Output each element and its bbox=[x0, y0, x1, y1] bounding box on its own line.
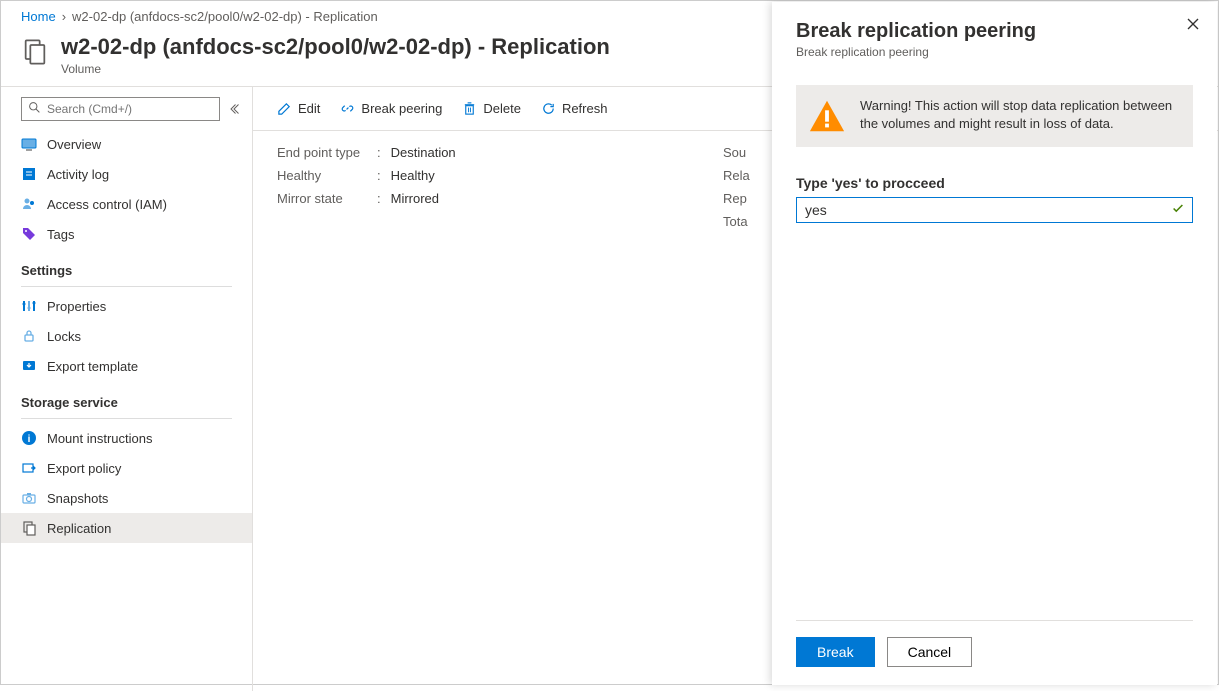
page-title: w2-02-dp (anfdocs-sc2/pool0/w2-02-dp) - … bbox=[61, 34, 610, 60]
sidebar-item-label: Locks bbox=[47, 329, 81, 344]
divider bbox=[21, 286, 232, 287]
search-input[interactable] bbox=[47, 102, 213, 116]
access-control-icon bbox=[21, 196, 37, 212]
sidebar-item-label: Overview bbox=[47, 137, 101, 152]
sidebar-item-label: Mount instructions bbox=[47, 431, 153, 446]
sidebar-item-tags[interactable]: Tags bbox=[1, 219, 252, 249]
toolbar-label: Refresh bbox=[562, 101, 608, 116]
sidebar-item-label: Properties bbox=[47, 299, 106, 314]
search-box[interactable] bbox=[21, 97, 220, 121]
breadcrumb-current: w2-02-dp (anfdocs-sc2/pool0/w2-02-dp) - … bbox=[72, 9, 378, 24]
toolbar-label: Edit bbox=[298, 101, 320, 116]
warning-box: Warning! This action will stop data repl… bbox=[796, 85, 1193, 147]
properties-icon bbox=[21, 298, 37, 314]
export-template-icon bbox=[21, 358, 37, 374]
sidebar-item-label: Activity log bbox=[47, 167, 109, 182]
sidebar-item-label: Export policy bbox=[47, 461, 121, 476]
tags-icon bbox=[21, 226, 37, 242]
property-value: Destination bbox=[391, 145, 456, 160]
property-label: End point type bbox=[277, 145, 367, 160]
sidebar-item-label: Snapshots bbox=[47, 491, 108, 506]
locks-icon bbox=[21, 328, 37, 344]
search-icon bbox=[28, 101, 41, 117]
break-peering-button[interactable]: Break peering bbox=[340, 101, 442, 116]
export-policy-icon bbox=[21, 460, 37, 476]
snapshots-icon bbox=[21, 490, 37, 506]
sidebar-section-storage: Storage service bbox=[1, 381, 252, 414]
sidebar-item-properties[interactable]: Properties bbox=[1, 291, 252, 321]
sidebar-item-locks[interactable]: Locks bbox=[1, 321, 252, 351]
property-label: Healthy bbox=[277, 168, 367, 183]
delete-button[interactable]: Delete bbox=[462, 101, 521, 116]
page-subtitle: Volume bbox=[61, 62, 610, 76]
confirm-input-label: Type 'yes' to procceed bbox=[796, 175, 1193, 191]
property-label: Mirror state bbox=[277, 191, 367, 206]
toolbar-label: Break peering bbox=[361, 101, 442, 116]
panel-subtitle: Break replication peering bbox=[796, 45, 1193, 59]
sidebar-item-overview[interactable]: Overview bbox=[1, 129, 252, 159]
panel-title: Break replication peering bbox=[796, 20, 1193, 43]
svg-text:i: i bbox=[28, 434, 31, 445]
sidebar-item-label: Access control (IAM) bbox=[47, 197, 167, 212]
chevron-right-icon: › bbox=[62, 9, 66, 24]
confirm-input[interactable] bbox=[796, 197, 1193, 223]
edit-button[interactable]: Edit bbox=[277, 101, 320, 116]
warning-icon bbox=[808, 97, 846, 135]
sidebar-item-label: Replication bbox=[47, 521, 111, 536]
replication-icon bbox=[21, 520, 37, 536]
sidebar-item-label: Tags bbox=[47, 227, 74, 242]
sidebar-item-label: Export template bbox=[47, 359, 138, 374]
sidebar: Overview Activity log Access control (IA… bbox=[1, 87, 253, 691]
property-value: Healthy bbox=[391, 168, 435, 183]
sidebar-item-export-template[interactable]: Export template bbox=[1, 351, 252, 381]
activity-log-icon bbox=[21, 166, 37, 182]
break-replication-panel: Break replication peering Break replicat… bbox=[772, 2, 1217, 685]
toolbar-label: Delete bbox=[483, 101, 521, 116]
sidebar-item-activity-log[interactable]: Activity log bbox=[1, 159, 252, 189]
breadcrumb-home[interactable]: Home bbox=[21, 9, 56, 24]
break-button[interactable]: Break bbox=[796, 637, 875, 667]
mount-instructions-icon: i bbox=[21, 430, 37, 446]
sidebar-item-access-control[interactable]: Access control (IAM) bbox=[1, 189, 252, 219]
overview-icon bbox=[21, 136, 37, 152]
cancel-button[interactable]: Cancel bbox=[887, 637, 973, 667]
warning-text: Warning! This action will stop data repl… bbox=[860, 97, 1181, 133]
refresh-button[interactable]: Refresh bbox=[541, 101, 608, 116]
property-value: Mirrored bbox=[391, 191, 439, 206]
panel-footer: Break Cancel bbox=[796, 620, 1193, 667]
sidebar-item-snapshots[interactable]: Snapshots bbox=[1, 483, 252, 513]
collapse-sidebar-button[interactable] bbox=[226, 103, 242, 115]
sidebar-section-settings: Settings bbox=[1, 249, 252, 282]
check-icon bbox=[1171, 202, 1185, 219]
sidebar-item-replication[interactable]: Replication bbox=[1, 513, 252, 543]
sidebar-item-export-policy[interactable]: Export policy bbox=[1, 453, 252, 483]
close-panel-button[interactable] bbox=[1185, 16, 1201, 35]
volume-icon bbox=[21, 38, 49, 66]
sidebar-item-mount-instructions[interactable]: i Mount instructions bbox=[1, 423, 252, 453]
divider bbox=[21, 418, 232, 419]
